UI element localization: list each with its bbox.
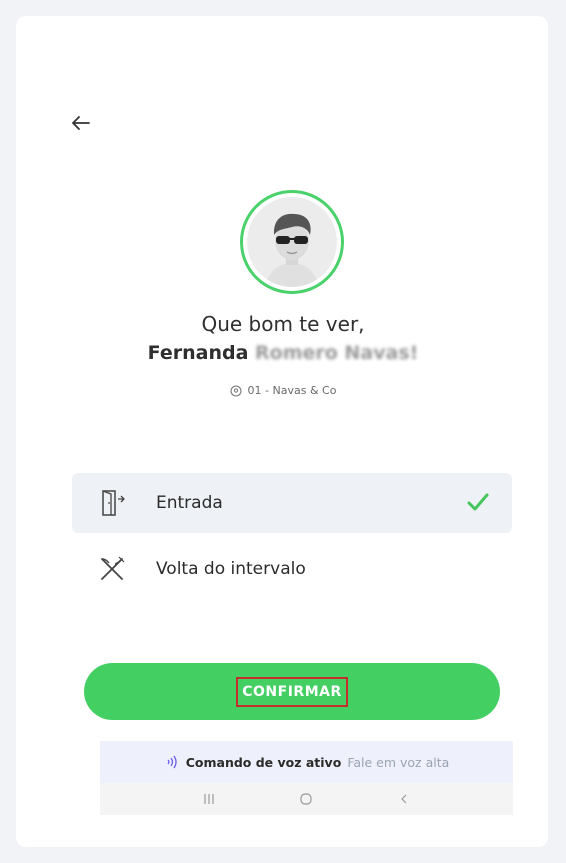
fork-knife-icon	[94, 551, 130, 587]
nav-back-icon	[401, 794, 407, 804]
avatar	[240, 190, 344, 294]
app-screen	[16, 16, 548, 847]
user-name: Fernanda Romero Navas!	[0, 342, 566, 364]
nav-back-button[interactable]	[389, 787, 419, 811]
confirm-button-label: CONFIRMAR	[236, 676, 348, 707]
door-entry-icon	[94, 485, 130, 521]
recents-icon	[204, 794, 214, 804]
greeting-text: Que bom te ver,	[201, 312, 365, 336]
location-pin-icon	[229, 384, 242, 397]
option-label: Volta do intervalo	[156, 559, 306, 579]
confirm-button[interactable]: CONFIRMAR	[84, 663, 500, 720]
checkmark-icon	[467, 493, 489, 511]
option-volta-do-intervalo[interactable]: Volta do intervalo	[72, 539, 512, 599]
home-button[interactable]	[291, 787, 321, 811]
back-button[interactable]	[66, 108, 96, 138]
avatar-image	[247, 197, 337, 287]
recents-button[interactable]	[194, 787, 224, 811]
system-nav-bar	[100, 783, 513, 815]
user-last-name: Romero Navas!	[255, 342, 419, 364]
company-location: 01 - Navas & Co	[0, 384, 566, 397]
home-icon	[300, 793, 313, 805]
voice-command-title: Comando de voz ativo	[185, 754, 342, 770]
arrow-left-icon	[72, 116, 90, 130]
sound-wave-icon	[167, 755, 177, 769]
option-entrada[interactable]: Entrada	[72, 473, 512, 533]
option-label: Entrada	[156, 493, 223, 513]
voice-command-subtitle: Fale em voz alta	[347, 754, 450, 770]
user-first-name: Fernanda	[147, 342, 249, 364]
voice-command-bar[interactable]: Comando de voz ativo Fale em voz alta	[100, 741, 513, 783]
location-text: 01 - Navas & Co	[247, 384, 337, 397]
